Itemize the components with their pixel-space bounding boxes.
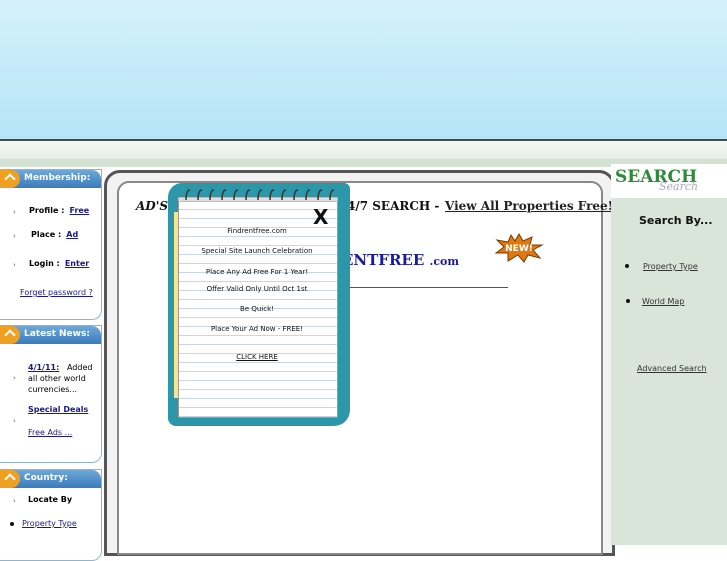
news-item-1-line3: currencies... xyxy=(28,385,78,394)
popup-line-quick: Be Quick! xyxy=(240,305,274,313)
headline-mid: 4/7 SEARCH - xyxy=(347,199,440,213)
search-by-title: Search By... xyxy=(639,214,713,227)
view-all-properties-link[interactable]: View All Properties Free! xyxy=(445,199,613,213)
popup-click-here-link[interactable]: CLICK HERE xyxy=(178,353,336,361)
popup-line-site: Findrentfree.com xyxy=(227,227,287,235)
arrow-bullet-icon: › xyxy=(13,208,16,216)
country-property-type-link[interactable]: Property Type xyxy=(22,519,77,528)
locate-by-label: Locate By xyxy=(28,495,73,504)
popup-line-place-ad: Place Your Ad Now - FREE! xyxy=(210,325,304,333)
arrow-bullet-icon: › xyxy=(13,232,16,240)
search-logo: SEARCH Search xyxy=(611,164,727,198)
search-property-type-link[interactable]: Property Type xyxy=(643,262,698,271)
profile-row: Profile : Free xyxy=(29,206,89,215)
login-enter-link[interactable]: Enter xyxy=(65,259,89,268)
popup-line-offer: Place Any Ad Free For 1 Year! xyxy=(205,268,309,276)
news-item-1-line1: Added xyxy=(66,363,93,372)
place-row: Place : Ad xyxy=(31,230,78,239)
site-brand-name: ENTFREE xyxy=(342,251,425,269)
bullet-icon xyxy=(625,264,629,268)
arrow-bullet-icon: › xyxy=(13,497,16,505)
chevron-up-icon xyxy=(0,326,20,344)
place-ad-link[interactable]: Ad xyxy=(66,230,78,239)
chevron-up-icon xyxy=(0,470,20,488)
search-world-map-link[interactable]: World Map xyxy=(642,297,684,306)
site-brand-suffix: .com xyxy=(429,255,460,268)
news-item-1-line2: all other world xyxy=(28,374,86,383)
profile-free-link[interactable]: Free xyxy=(69,206,89,215)
forget-password-link[interactable]: Forget password ? xyxy=(20,288,93,297)
site-brand: ENTFREE .com xyxy=(342,251,459,269)
country-header: Country: xyxy=(0,470,101,488)
membership-box: Membership: xyxy=(0,169,102,320)
bullet-icon xyxy=(10,522,14,526)
arrow-bullet-icon: › xyxy=(13,261,16,269)
bullet-icon xyxy=(626,299,630,303)
news-item-1: 4/1/11: Added all other world currencies… xyxy=(28,362,98,395)
header-banner xyxy=(0,0,727,139)
news-header: Latest News: xyxy=(0,326,101,344)
profile-label: Profile : xyxy=(29,206,65,215)
membership-title: Membership: xyxy=(24,173,91,183)
new-badge-label: NEW! xyxy=(505,244,533,254)
nav-band xyxy=(0,141,727,159)
news-title: Latest News: xyxy=(24,329,90,339)
country-box: Country: xyxy=(0,469,102,561)
search-logo-sub: Search xyxy=(659,180,699,193)
place-label: Place : xyxy=(31,230,62,239)
arrow-bullet-icon: › xyxy=(13,374,16,382)
advanced-search-link[interactable]: Advanced Search xyxy=(637,364,707,373)
new-badge-icon: NEW! xyxy=(494,233,544,263)
popup-close-button[interactable]: X xyxy=(313,205,328,229)
popup-line-valid: Offer Valid Only Until Oct 1st xyxy=(206,285,308,293)
brand-divider xyxy=(342,287,508,288)
news-date-link[interactable]: 4/1/11: xyxy=(28,363,59,372)
login-label: Login : xyxy=(29,259,60,268)
free-ads-link[interactable]: Free Ads ... xyxy=(28,428,72,437)
spiral-binding-icon xyxy=(178,189,338,202)
special-deals-link[interactable]: Special Deals xyxy=(28,405,88,414)
login-row: Login : Enter xyxy=(29,259,89,268)
popup-line-celebration: Special Site Launch Celebration xyxy=(201,247,313,255)
chevron-up-icon xyxy=(0,170,20,188)
membership-header: Membership: xyxy=(0,170,101,188)
arrow-bullet-icon: › xyxy=(13,417,16,425)
country-title: Country: xyxy=(24,473,68,483)
